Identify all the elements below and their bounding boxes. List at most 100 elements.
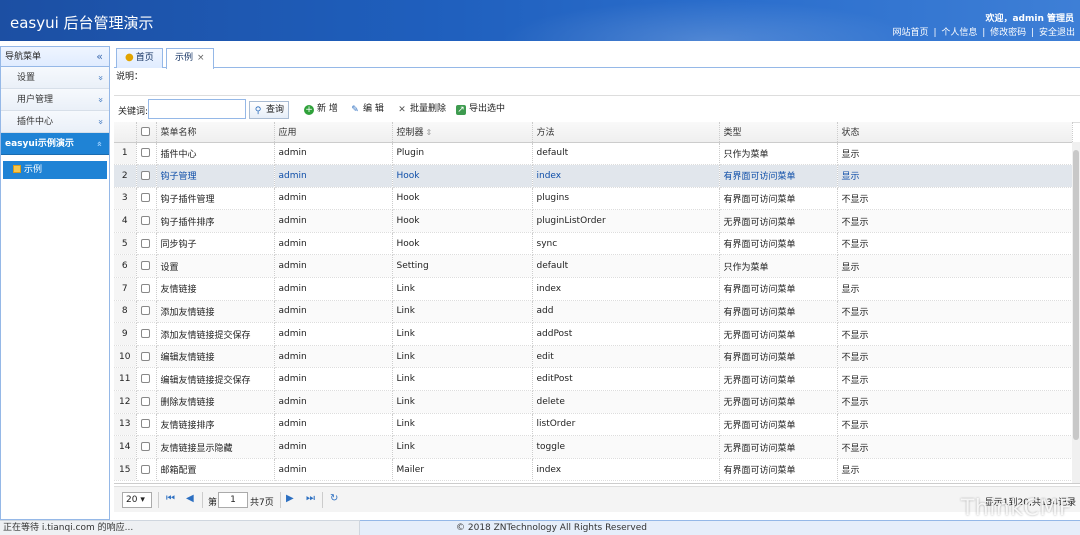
link-change-password[interactable]: 修改密码 (989, 28, 1027, 38)
cell-name: 编辑友情链接提交保存 (156, 367, 275, 392)
cell-type: 有界面可访问菜单 (719, 300, 838, 324)
row-checkbox[interactable] (136, 367, 157, 392)
cell-method: addPost (532, 322, 720, 346)
row-checkbox[interactable] (136, 187, 157, 211)
row-checkbox[interactable] (136, 277, 157, 301)
cell-name: 友情链接显示隐藏 (156, 435, 275, 459)
row-number: 8 (114, 300, 137, 324)
row-checkbox[interactable] (136, 142, 157, 166)
scrollbar-thumb[interactable] (1073, 150, 1079, 440)
cell-method: index (532, 458, 720, 482)
sidebar-subitem-example[interactable]: 示例 (3, 161, 107, 179)
cell-status: 显示 (837, 458, 1073, 482)
add-button[interactable]: + 新 增 (304, 101, 338, 119)
link-profile[interactable]: 个人信息 (940, 28, 978, 38)
search-button[interactable]: ⚲ 查询 (249, 101, 289, 119)
row-checkbox[interactable] (136, 390, 157, 414)
sidebar-item-settings[interactable]: 设置 » (1, 67, 109, 89)
row-checkbox[interactable] (136, 413, 157, 437)
row-checkbox[interactable] (136, 209, 157, 233)
vertical-scrollbar[interactable] (1072, 142, 1080, 483)
tab-example[interactable]: 示例 × (166, 48, 214, 69)
edit-button[interactable]: ✎ 编 辑 (350, 101, 384, 119)
link-logout[interactable]: 安全退出 (1038, 28, 1076, 38)
collapse-icon[interactable]: « (96, 47, 103, 67)
row-checkbox[interactable] (136, 458, 157, 482)
cell-type: 有界面可访问菜单 (719, 164, 838, 188)
select-all-checkbox[interactable] (136, 122, 157, 143)
cell-type: 有界面可访问菜单 (719, 458, 838, 482)
table-row[interactable]: 3 钩子插件管理 admin Hook plugins 有界面可访问菜单 不显示 (114, 187, 1073, 211)
column-header-status[interactable]: 状态 (837, 122, 1073, 143)
cell-controller: Link (392, 300, 533, 324)
table-row[interactable]: 6 设置 admin Setting default 只作为菜单 显示 (114, 254, 1073, 279)
table-row[interactable]: 12 删除友情链接 admin Link delete 无界面可访问菜单 不显示 (114, 390, 1073, 414)
refresh-icon[interactable]: ↻ (330, 493, 338, 504)
cell-method: index (532, 277, 720, 301)
table-row[interactable]: 11 编辑友情链接提交保存 admin Link editPost 无界面可访问菜单 不显示 (114, 367, 1073, 392)
pager-divider (280, 492, 281, 508)
row-checkbox[interactable] (136, 164, 157, 188)
row-checkbox[interactable] (136, 254, 157, 279)
table-row[interactable]: 8 添加友情链接 admin Link add 有界面可访问菜单 不显示 (114, 300, 1073, 324)
cell-type: 无界面可访问菜单 (719, 413, 838, 437)
main-panel: ● 首页 示例 × 说明： 关键词: ⚲ 查询 + 新 增 ✎ 编 辑 ✕ 批量删除 ↗ 导出… (114, 46, 1080, 520)
page-number-input[interactable]: 1 (218, 492, 248, 508)
column-header-type[interactable]: 类型 (719, 122, 838, 143)
next-page-icon[interactable]: ▶ (286, 493, 294, 504)
cell-app: admin (274, 187, 393, 211)
sidebar-item-easyui-demo[interactable]: easyui示例演示 » (1, 133, 109, 155)
first-page-icon[interactable]: ⏮ (166, 493, 175, 504)
cell-status: 不显示 (837, 209, 1073, 233)
column-header-name[interactable]: 菜单名称 (156, 122, 275, 143)
cell-controller: Setting (392, 254, 533, 279)
row-checkbox[interactable] (136, 300, 157, 324)
row-number: 7 (114, 277, 137, 301)
table-row[interactable]: 1 插件中心 admin Plugin default 只作为菜单 显示 (114, 142, 1073, 166)
cell-status: 不显示 (837, 345, 1073, 369)
table-row[interactable]: 9 添加友情链接提交保存 admin Link addPost 无界面可访问菜单 不显示 (114, 322, 1073, 346)
cell-type: 有界面可访问菜单 (719, 345, 838, 369)
close-icon[interactable]: × (197, 53, 205, 63)
link-site-home[interactable]: 网站首页 (892, 28, 930, 38)
page-size-select[interactable]: 20 ▾ (122, 492, 152, 508)
prev-page-icon[interactable]: ◀ (186, 493, 194, 504)
table-row[interactable]: 4 钩子插件排序 admin Hook pluginListOrder 无界面可访问菜单不… (114, 209, 1073, 233)
table-row[interactable]: 5 同步钩子 admin Hook sync 有界面可访问菜单 不显示 (114, 232, 1073, 256)
export-button[interactable]: ↗ 导出选中 (456, 101, 505, 119)
last-page-icon[interactable]: ⏭ (306, 493, 315, 504)
table-row[interactable]: 2 钩子管理 admin Hook index 有界面可访问菜单 显示 (114, 164, 1073, 188)
cell-type: 只作为菜单 (719, 254, 838, 279)
sidebar-item-plugins[interactable]: 插件中心 » (1, 111, 109, 133)
row-checkbox[interactable] (136, 435, 157, 459)
cell-name: 钩子插件管理 (156, 187, 275, 211)
table-row[interactable]: 14 友情链接显示隐藏 admin Link toggle 无界面可访问菜单 不显示 (114, 435, 1073, 459)
cell-controller: Link (392, 277, 533, 301)
row-checkbox[interactable] (136, 345, 157, 369)
keyword-input[interactable] (148, 99, 246, 119)
cell-controller: Plugin (392, 142, 533, 166)
edit-label: 编 辑 (363, 104, 384, 114)
app-title: easyui 后台管理演示 (10, 14, 154, 32)
table-row[interactable]: 7 友情链接 admin Link index 有界面可访问菜单 显示 (114, 277, 1073, 301)
cell-method: plugins (532, 187, 720, 211)
plus-icon: + (304, 105, 314, 115)
cell-app: admin (274, 164, 393, 188)
column-header-controller[interactable]: 控制器 ⇕ (392, 122, 533, 143)
row-checkbox[interactable] (136, 322, 157, 346)
cell-method: index (532, 164, 720, 188)
column-header-method[interactable]: 方法 (532, 122, 720, 143)
sidebar: 导航菜单 « 设置 » 用户管理 » 插件中心 » easyui示例演示 » 示… (0, 46, 110, 520)
pager-divider (202, 492, 203, 508)
sidebar-item-users[interactable]: 用户管理 » (1, 89, 109, 111)
row-checkbox[interactable] (136, 232, 157, 256)
table-row[interactable]: 10 编辑友情链接 admin Link edit 有界面可访问菜单 不显示 (114, 345, 1073, 369)
column-header-app[interactable]: 应用 (274, 122, 393, 143)
table-row[interactable]: 15 邮箱配置 admin Mailer index 有界面可访问菜单 显示 (114, 458, 1073, 482)
table-row[interactable]: 13 友情链接排序 admin Link listOrder 无界面可访问菜单 不显示 (114, 413, 1073, 437)
batch-delete-button[interactable]: ✕ 批量删除 (397, 101, 446, 119)
cell-app: admin (274, 458, 393, 482)
cell-name: 钩子管理 (156, 164, 275, 188)
pager-divider (158, 492, 159, 508)
tab-home[interactable]: ● 首页 (116, 48, 163, 68)
